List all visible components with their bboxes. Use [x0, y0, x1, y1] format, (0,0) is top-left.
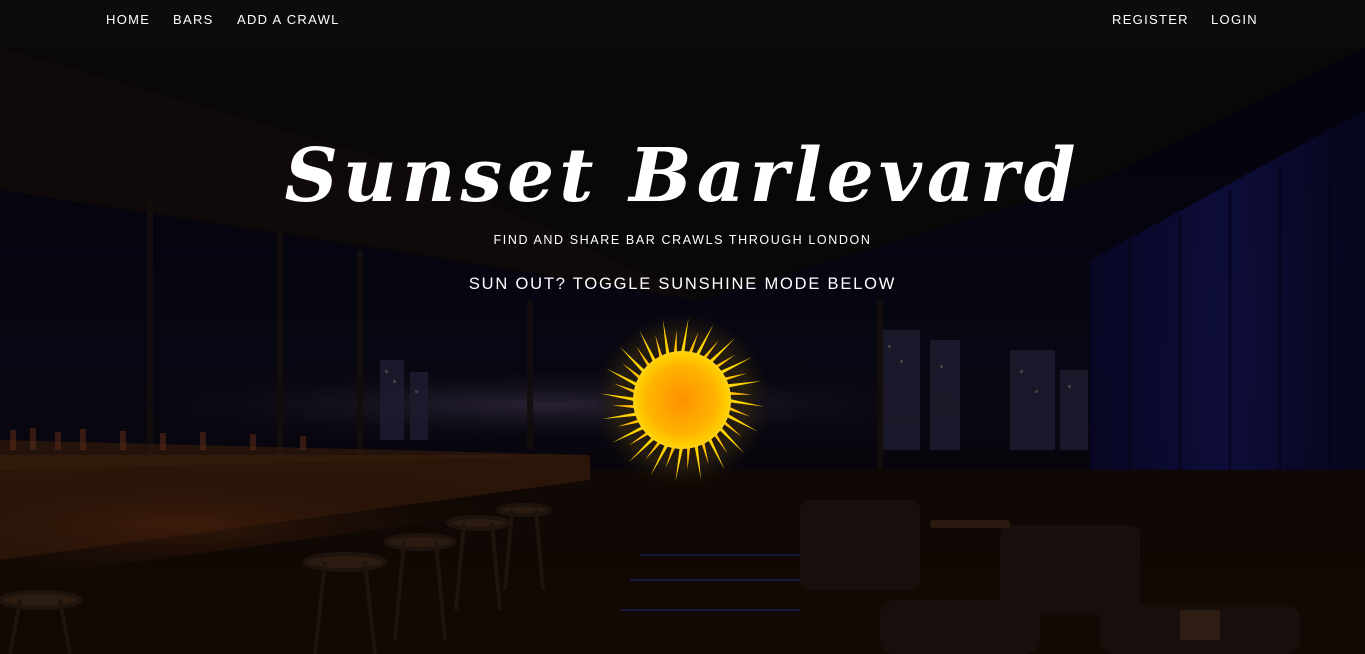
site-title: Sunset Barlevard [284, 133, 1081, 219]
nav-bars-link[interactable]: BARS [173, 12, 214, 28]
sun-icon [594, 312, 770, 488]
site-tagline: FIND AND SHARE BAR CRAWLS THROUGH LONDON [493, 233, 872, 247]
nav-login-link[interactable]: LOGIN [1211, 12, 1258, 28]
nav-add-crawl-link[interactable]: ADD A CRAWL [237, 12, 340, 28]
sunshine-mode-prompt: SUN OUT? TOGGLE SUNSHINE MODE BELOW [468, 275, 897, 293]
nav-register-link[interactable]: REGISTER [1112, 12, 1189, 28]
page: HOME BARS ADD A CRAWL REGISTER LOGIN Sun… [0, 0, 1365, 654]
nav-home-link[interactable]: HOME [106, 12, 150, 28]
sunshine-mode-toggle[interactable] [592, 310, 772, 490]
top-navbar: HOME BARS ADD A CRAWL REGISTER LOGIN [0, 0, 1365, 48]
